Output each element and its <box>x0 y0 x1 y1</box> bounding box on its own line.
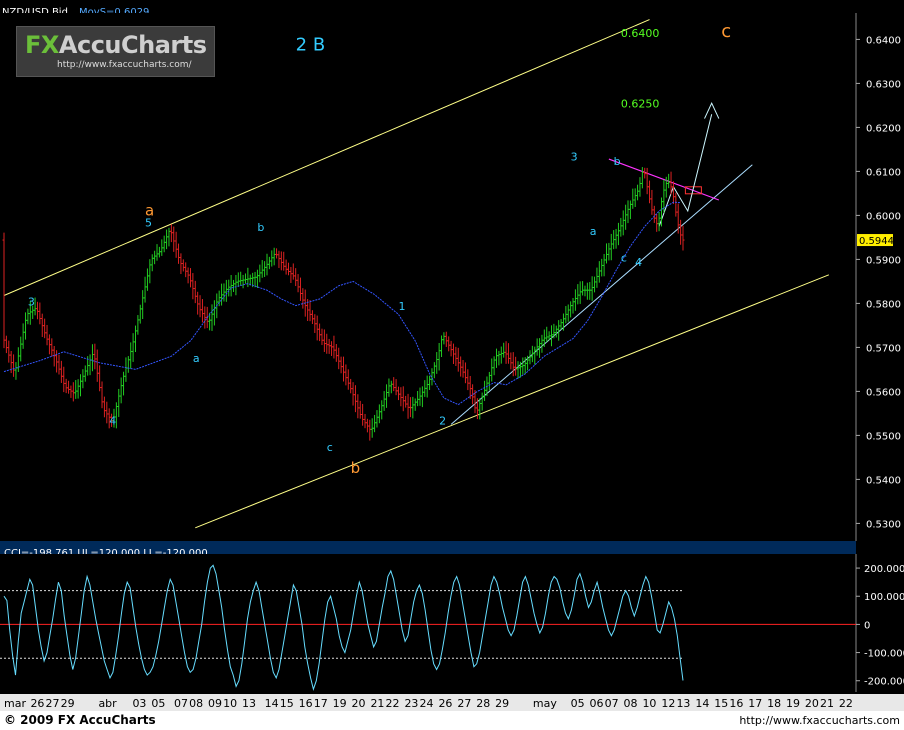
price-tick-label: 0.5600 <box>866 387 901 398</box>
date-tick-label: 07 <box>174 697 188 710</box>
date-tick-label: 16 <box>299 697 313 710</box>
date-tick-label: 20 <box>805 697 819 710</box>
cci-chart: 200.000100.0000-100.000-200.000 mar26272… <box>0 554 904 711</box>
wave-label: 1 <box>398 300 405 313</box>
wave-label: c <box>621 252 627 265</box>
cci-tick-label: 100.000 <box>864 592 904 603</box>
current-price-label: 0.5944 <box>859 236 894 247</box>
price-tick-label: 0.6200 <box>866 123 901 134</box>
date-tick-label: 26 <box>30 697 44 710</box>
date-tick-label: 07 <box>605 697 619 710</box>
footer-url[interactable]: http://www.fxaccucharts.com <box>739 714 900 727</box>
cci-tick-label: -200.000 <box>864 677 904 688</box>
date-tick-label: 29 <box>61 697 75 710</box>
footer: © 2009 FX AccuCharts http://www.fxaccuch… <box>0 711 904 730</box>
wave-label: b <box>257 221 264 234</box>
date-tick-label: 23 <box>404 697 418 710</box>
date-tick-label: 14 <box>265 697 279 710</box>
price-plot-area <box>0 13 856 541</box>
wave-label: b <box>351 459 361 477</box>
date-tick-label: 08 <box>189 697 203 710</box>
wave-label: a <box>193 352 200 365</box>
fxaccucharts-logo: FXAccuCharts http://www.fxaccucharts.com… <box>16 26 215 77</box>
price-tick-label: 0.6400 <box>866 35 901 46</box>
logo-accucharts: AccuCharts <box>58 31 207 59</box>
price-tick-label: 0.5300 <box>866 519 901 530</box>
date-tick-label: 20 <box>352 697 366 710</box>
cci-tick-label: -100.000 <box>864 649 904 660</box>
date-tick-label: 27 <box>457 697 471 710</box>
date-tick-label: 22 <box>839 697 853 710</box>
logo-fx: FX <box>25 31 59 59</box>
price-tick-label: 0.5500 <box>866 431 901 442</box>
date-tick-label: 17 <box>314 697 328 710</box>
wave-label: c <box>327 441 333 454</box>
date-tick-label: 16 <box>729 697 743 710</box>
date-tick-label: 03 <box>132 697 146 710</box>
date-tick-label: 19 <box>786 697 800 710</box>
wave-label: 4 <box>109 414 116 427</box>
date-tick-label: 26 <box>438 697 452 710</box>
date-tick-label: 15 <box>280 697 294 710</box>
price-tick-label: 0.5800 <box>866 299 901 310</box>
wave-label: c <box>721 21 731 42</box>
date-tick-label: 22 <box>386 697 400 710</box>
date-tick-label: 24 <box>420 697 434 710</box>
cci-plot-area <box>0 554 856 692</box>
date-tick-label: 06 <box>590 697 604 710</box>
date-tick-label: abr <box>98 697 117 710</box>
date-tick-label: 10 <box>223 697 237 710</box>
date-tick-label: 10 <box>642 697 656 710</box>
date-tick-label: mar <box>4 697 26 710</box>
wave-label: 4 <box>635 256 642 269</box>
date-tick-label: 08 <box>624 697 638 710</box>
price-tick-label: 0.5700 <box>866 343 901 354</box>
date-tick-label: 29 <box>495 697 509 710</box>
wave-label: 0.6400 <box>621 27 660 40</box>
price-tick-label: 0.5400 <box>866 475 901 486</box>
wave-label: 0.6250 <box>621 98 660 111</box>
date-tick-label: 14 <box>695 697 709 710</box>
wave-label: 3 <box>571 150 578 163</box>
copyright-text: © 2009 FX AccuCharts <box>4 713 156 727</box>
wave-label: 2 B <box>296 34 326 55</box>
wave-label: b <box>614 155 621 168</box>
current-price-marker: 0.5944 <box>857 234 894 247</box>
cci-tick-label: 200.000 <box>864 564 904 575</box>
wave-label: 3 <box>28 296 35 309</box>
wave-label: 2 <box>439 414 446 427</box>
price-tick-label: 0.6300 <box>866 79 901 90</box>
date-tick-label: 05 <box>151 697 165 710</box>
date-tick-label: 15 <box>714 697 728 710</box>
wave-label: 5 <box>145 216 152 229</box>
date-tick-label: may <box>533 697 557 710</box>
date-tick-label: 19 <box>333 697 347 710</box>
price-tick-label: 0.5900 <box>866 255 901 266</box>
date-tick-label: 13 <box>676 697 690 710</box>
date-tick-label: 05 <box>571 697 585 710</box>
date-tick-label: 21 <box>820 697 834 710</box>
price-chart: 0.6400 0.6300 0.6200 0.6100 0.6000 0.5900 0.58… <box>0 0 904 541</box>
cci-tick-label: 0 <box>864 620 870 631</box>
cci-panel-header: CCI=-198.761 UL=120.000 LL=-120.000 <box>0 541 856 559</box>
logo-url: http://www.fxaccucharts.com/ <box>57 60 192 70</box>
date-tick-label: 27 <box>46 697 60 710</box>
date-tick-label: 12 <box>661 697 675 710</box>
date-tick-label: 21 <box>370 697 384 710</box>
price-tick-label: 0.6000 <box>866 211 901 222</box>
chart-window: NZD/USD Bid MovS=0.6029 0.6400 0.6300 0.62… <box>0 0 904 730</box>
date-tick-label: 09 <box>208 697 222 710</box>
date-tick-label: 17 <box>748 697 762 710</box>
wave-label: a <box>590 225 597 238</box>
date-tick-label: 28 <box>476 697 490 710</box>
price-tick-label: 0.6100 <box>866 167 901 178</box>
date-tick-label: 18 <box>767 697 781 710</box>
cci-axis: 200.000 100.000 0 -100.000 -200.000 <box>856 564 904 688</box>
date-tick-label: 13 <box>242 697 256 710</box>
